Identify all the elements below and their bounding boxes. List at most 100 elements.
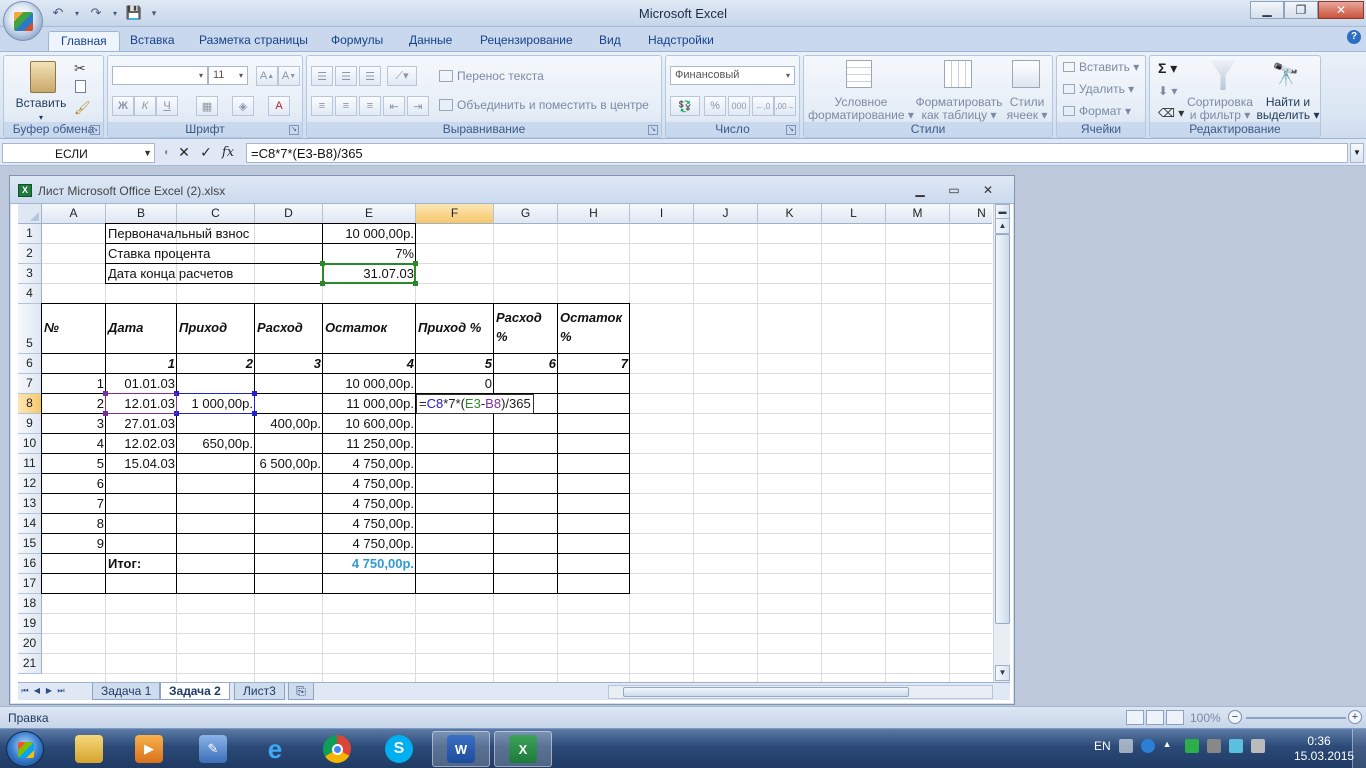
select-all-corner[interactable] [18, 204, 42, 224]
cell-e9[interactable]: 10 600,00р. [323, 414, 416, 434]
row-header-12[interactable]: 12 [18, 474, 42, 494]
align-right-icon[interactable]: ≡ [359, 96, 381, 116]
cell-a5[interactable]: № [42, 304, 106, 354]
insert-cells-button[interactable]: Вставить ▾ [1079, 61, 1139, 74]
fill-color-icon[interactable]: ◈ [232, 96, 254, 116]
cell-e13[interactable]: 4 750,00р. [323, 494, 416, 514]
cell-e6[interactable]: 4 [323, 354, 416, 374]
cell-d9[interactable]: 400,00р. [255, 414, 323, 434]
format-cells-button[interactable]: Формат ▾ [1079, 105, 1131, 118]
row-header-21[interactable]: 21 [18, 654, 42, 674]
fill-icon[interactable]: ⬇ ▾ [1158, 84, 1177, 98]
insert-function-icon[interactable]: fx [220, 144, 236, 160]
cell-g5[interactable]: Расход % [494, 304, 558, 354]
help-icon[interactable]: ? [1347, 30, 1361, 44]
zoom-level[interactable]: 100% [1190, 711, 1221, 725]
horizontal-scrollbar[interactable] [608, 685, 993, 699]
cell-f5[interactable]: Приход % [416, 304, 494, 354]
restore-button[interactable]: ❐ [1284, 1, 1318, 19]
align-center-icon[interactable]: ≡ [335, 96, 357, 116]
column-header-l[interactable]: L [822, 204, 886, 224]
column-header-b[interactable]: B [106, 204, 177, 224]
find-select-button[interactable]: Найти и выделить ▾ [1256, 96, 1320, 122]
cell-b3[interactable]: Дата конца расчетов [106, 264, 233, 284]
cell-e16[interactable]: 4 750,00р. [323, 554, 416, 574]
resize-handle[interactable] [103, 411, 108, 416]
column-header-d[interactable]: D [255, 204, 323, 224]
taskbar-excel[interactable]: X [494, 731, 552, 767]
row-header-7[interactable]: 7 [18, 374, 42, 394]
volume-icon[interactable] [1250, 739, 1265, 753]
cell-e15[interactable]: 4 750,00р. [323, 534, 416, 554]
cell-d5[interactable]: Расход [255, 304, 323, 354]
zoom-slider[interactable] [1246, 717, 1346, 719]
resize-handle[interactable] [413, 281, 418, 286]
tab-page-layout[interactable]: Разметка страницы [187, 31, 320, 51]
cell-b11[interactable]: 15.04.03 [106, 454, 177, 474]
clock[interactable]: 0:36 15.03.2015 [1294, 734, 1354, 764]
zoom-out-icon[interactable]: − [1228, 710, 1242, 724]
copy-icon[interactable] [75, 80, 86, 93]
show-desktop-button[interactable] [1352, 729, 1366, 768]
zoom-in-icon[interactable]: + [1348, 710, 1362, 724]
start-button[interactable] [6, 731, 44, 767]
taskbar-explorer[interactable] [60, 731, 118, 767]
cell-c5[interactable]: Приход [177, 304, 255, 354]
first-sheet-icon[interactable]: ⏮ [20, 685, 30, 697]
sheet-tab-1[interactable]: Задача 1 [92, 683, 161, 700]
cell-a9[interactable]: 3 [42, 414, 106, 434]
orientation-icon[interactable]: ⟋▾ [387, 66, 417, 86]
font-size-select[interactable]: 11 ▾ [208, 66, 248, 85]
sheet-tab-3[interactable]: Лист3 [234, 683, 285, 700]
cell-b6[interactable]: 1 [106, 354, 177, 374]
clear-icon[interactable]: ⌫ ▾ [1158, 106, 1184, 120]
cell-e14[interactable]: 4 750,00р. [323, 514, 416, 534]
column-header-i[interactable]: I [630, 204, 694, 224]
cell-e12[interactable]: 4 750,00р. [323, 474, 416, 494]
cell-styles-button[interactable]: Стили ячеек ▾ [1004, 96, 1050, 122]
tray-expand-icon[interactable]: ▲ [1163, 739, 1177, 753]
cell-b5[interactable]: Дата [106, 304, 177, 354]
row-header-9[interactable]: 9 [18, 414, 42, 434]
row-header-1[interactable]: 1 [18, 224, 42, 244]
cell-d6[interactable]: 3 [255, 354, 323, 374]
cell-e10[interactable]: 11 250,00р. [323, 434, 416, 454]
cell-h6[interactable]: 7 [558, 354, 630, 374]
workbook-minimize-button[interactable]: ▁ [910, 183, 930, 197]
cell-g6[interactable]: 6 [494, 354, 558, 374]
increase-decimal-icon[interactable]: ←,0 [752, 96, 774, 116]
tab-data[interactable]: Данные [397, 31, 464, 51]
formula-input[interactable]: =C8*7*(E3-B8)/365 [246, 143, 1348, 163]
cell-a12[interactable]: 6 [42, 474, 106, 494]
column-header-j[interactable]: J [694, 204, 758, 224]
row-header-3[interactable]: 3 [18, 264, 42, 284]
page-break-view-icon[interactable] [1166, 710, 1184, 725]
column-header-a[interactable]: A [42, 204, 106, 224]
network-icon[interactable] [1206, 739, 1221, 753]
taskbar-internet-explorer[interactable]: e [246, 731, 304, 767]
last-sheet-icon[interactable]: ⏭ [56, 685, 66, 697]
drive-tray-icon[interactable] [1228, 739, 1243, 753]
minimize-button[interactable]: ▁ [1250, 1, 1284, 19]
row-header-6[interactable]: 6 [18, 354, 42, 374]
workbook-maximize-button[interactable]: ▭ [944, 183, 964, 197]
keyboard-icon[interactable] [1118, 739, 1133, 753]
page-layout-view-icon[interactable] [1146, 710, 1164, 725]
row-header-2[interactable]: 2 [18, 244, 42, 264]
currency-format-icon[interactable]: 💱 [670, 96, 700, 116]
format-as-table-button[interactable]: Форматировать как таблицу ▾ [912, 96, 1006, 122]
tab-home[interactable]: Главная [48, 31, 120, 51]
column-header-f[interactable]: F [416, 204, 494, 224]
cell-e7[interactable]: 10 000,00р. [323, 374, 416, 394]
column-header-e[interactable]: E [323, 204, 416, 224]
format-as-table-icon[interactable] [944, 60, 972, 88]
paste-icon[interactable] [30, 61, 56, 93]
cell-a10[interactable]: 4 [42, 434, 106, 454]
sheet-tab-2[interactable]: Задача 2 [160, 683, 230, 700]
grow-font-button[interactable]: A ▲ [256, 66, 278, 86]
cell-b2[interactable]: Ставка процента [106, 244, 210, 264]
column-header-k[interactable]: K [758, 204, 822, 224]
row-header-10[interactable]: 10 [18, 434, 42, 454]
wrap-text-button[interactable]: Перенос текста [457, 70, 544, 83]
row-header-20[interactable]: 20 [18, 634, 42, 654]
